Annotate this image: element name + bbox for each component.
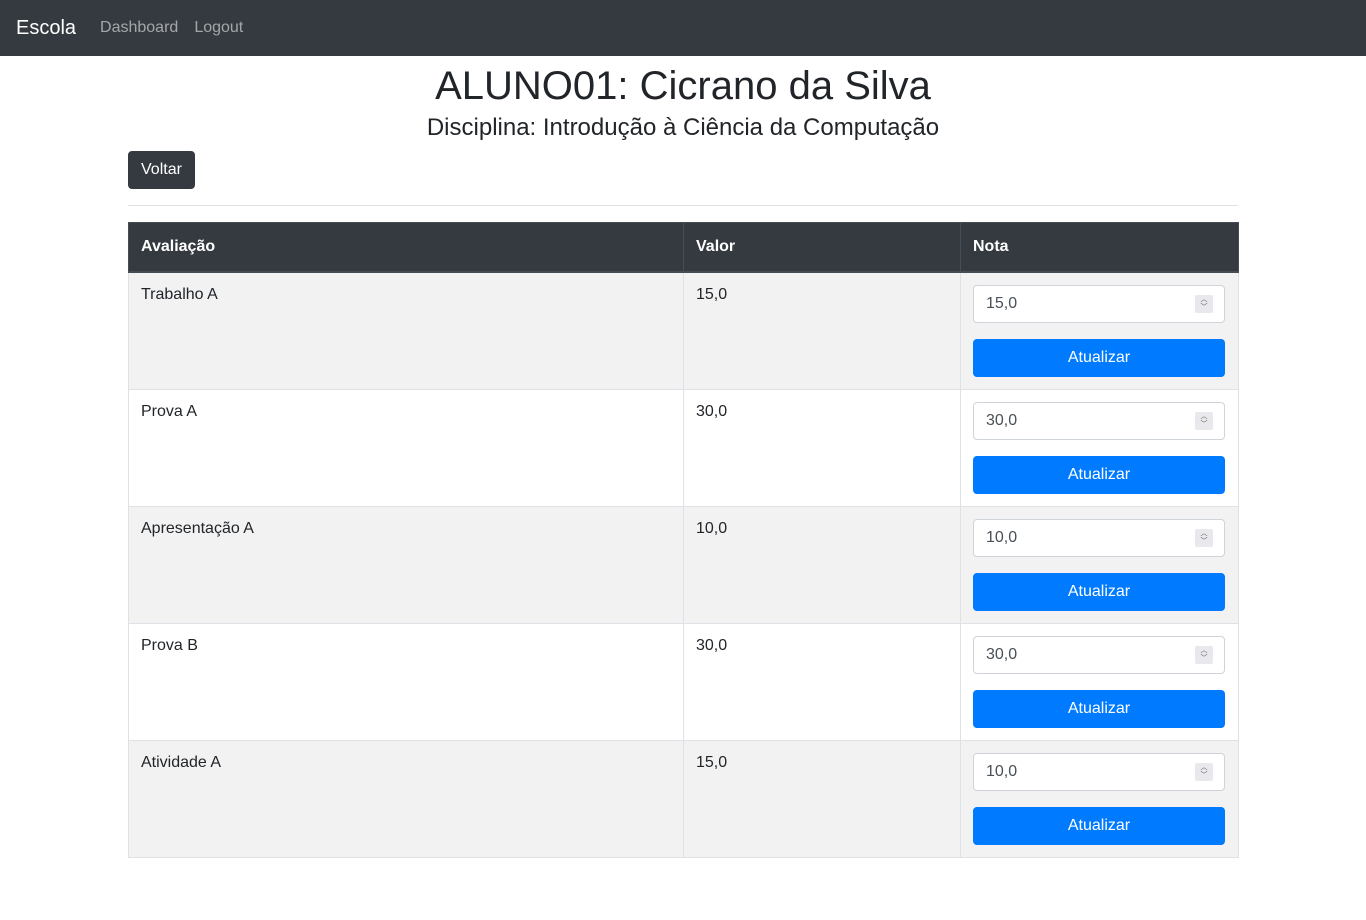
cell-avaliacao: Atividade A <box>128 740 684 859</box>
cell-nota: ︿﹀ Atualizar <box>960 623 1239 742</box>
table-row: Prova A 30,0 ︿﹀ Atualizar <box>128 389 1239 508</box>
divider <box>128 204 1238 206</box>
nota-input-wrapper: ︿﹀ <box>973 402 1225 441</box>
navbar: Escola Dashboard Logout <box>0 0 1366 56</box>
cell-valor: 15,0 <box>683 271 961 391</box>
spinner-icon[interactable]: ︿ ﹀ <box>1195 529 1213 548</box>
table-row: Prova B 30,0 ︿﹀ Atualizar <box>128 623 1239 742</box>
avaliacao-name: Apresentação A <box>141 520 254 538</box>
spinner-icon[interactable]: ︿ ﹀ <box>1195 412 1213 431</box>
update-button[interactable]: Atualizar <box>973 456 1225 495</box>
update-button[interactable]: Atualizar <box>973 690 1225 729</box>
back-button[interactable]: Voltar <box>128 150 195 189</box>
nota-input-wrapper: ︿﹀ <box>973 753 1225 792</box>
cell-avaliacao: Prova B <box>128 623 684 742</box>
spinner-icon[interactable]: ︿ ﹀ <box>1195 763 1213 782</box>
nota-input[interactable] <box>973 753 1225 792</box>
valor-value: 30,0 <box>696 403 728 421</box>
update-button[interactable]: Atualizar <box>973 807 1225 846</box>
nota-input-wrapper: ︿﹀ <box>973 636 1225 675</box>
cell-nota: ︿﹀ Atualizar <box>960 740 1239 859</box>
avaliacao-name: Trabalho A <box>141 286 218 304</box>
table-row: Apresentação A 10,0 ︿﹀ Atualizar <box>128 506 1239 625</box>
update-button[interactable]: Atualizar <box>973 339 1225 378</box>
brand-link[interactable]: Escola <box>16 17 76 40</box>
nav-link-logout[interactable]: Logout <box>194 19 243 37</box>
main-container: Voltar Avaliação Valor Nota Trabalho A 1… <box>128 143 1239 859</box>
table-body: Trabalho A 15,0 ︿﹀ Atualizar Prova A 30,… <box>128 271 1239 859</box>
cell-nota: ︿﹀ Atualizar <box>960 271 1239 391</box>
nota-input[interactable] <box>973 519 1225 558</box>
valor-value: 15,0 <box>696 286 728 304</box>
nota-input[interactable] <box>973 285 1225 324</box>
cell-valor: 30,0 <box>683 389 961 508</box>
page-subtitle: Disciplina: Introdução à Ciência da Comp… <box>426 114 940 141</box>
update-button[interactable]: Atualizar <box>973 573 1225 612</box>
column-header-nota: Nota <box>960 221 1239 274</box>
table-row: Trabalho A 15,0 ︿﹀ Atualizar <box>128 271 1239 391</box>
column-header-valor: Valor <box>683 221 961 274</box>
cell-nota: ︿﹀ Atualizar <box>960 506 1239 625</box>
valor-value: 30,0 <box>696 637 728 655</box>
cell-nota: ︿﹀ Atualizar <box>960 389 1239 508</box>
table-row: Atividade A 15,0 ︿﹀ Atualizar <box>128 740 1239 859</box>
column-header-avaliacao: Avaliação <box>128 221 684 274</box>
valor-value: 10,0 <box>696 520 728 538</box>
avaliacao-name: Prova A <box>141 403 198 421</box>
valor-value: 15,0 <box>696 754 728 772</box>
table-header-row: Avaliação Valor Nota <box>128 221 1239 274</box>
page-title: ALUNO01: Cicrano da Silva <box>435 64 931 108</box>
cell-avaliacao: Trabalho A <box>128 271 684 391</box>
cell-avaliacao: Prova A <box>128 389 684 508</box>
avaliacao-name: Atividade A <box>141 754 222 772</box>
cell-avaliacao: Apresentação A <box>128 506 684 625</box>
spinner-icon[interactable]: ︿ ﹀ <box>1195 646 1213 665</box>
nota-input-wrapper: ︿﹀ <box>973 519 1225 558</box>
cell-valor: 10,0 <box>683 506 961 625</box>
grades-table: Avaliação Valor Nota Trabalho A 15,0 ︿﹀ … <box>128 221 1239 859</box>
nav-link-dashboard[interactable]: Dashboard <box>100 19 178 37</box>
nota-input[interactable] <box>973 402 1225 441</box>
table-header: Avaliação Valor Nota <box>128 221 1239 274</box>
cell-valor: 15,0 <box>683 740 961 859</box>
spinner-icon[interactable]: ︿ ﹀ <box>1195 295 1213 314</box>
nota-input[interactable] <box>973 636 1225 675</box>
avaliacao-name: Prova B <box>141 637 198 655</box>
cell-valor: 30,0 <box>683 623 961 742</box>
nota-input-wrapper: ︿﹀ <box>973 285 1225 324</box>
